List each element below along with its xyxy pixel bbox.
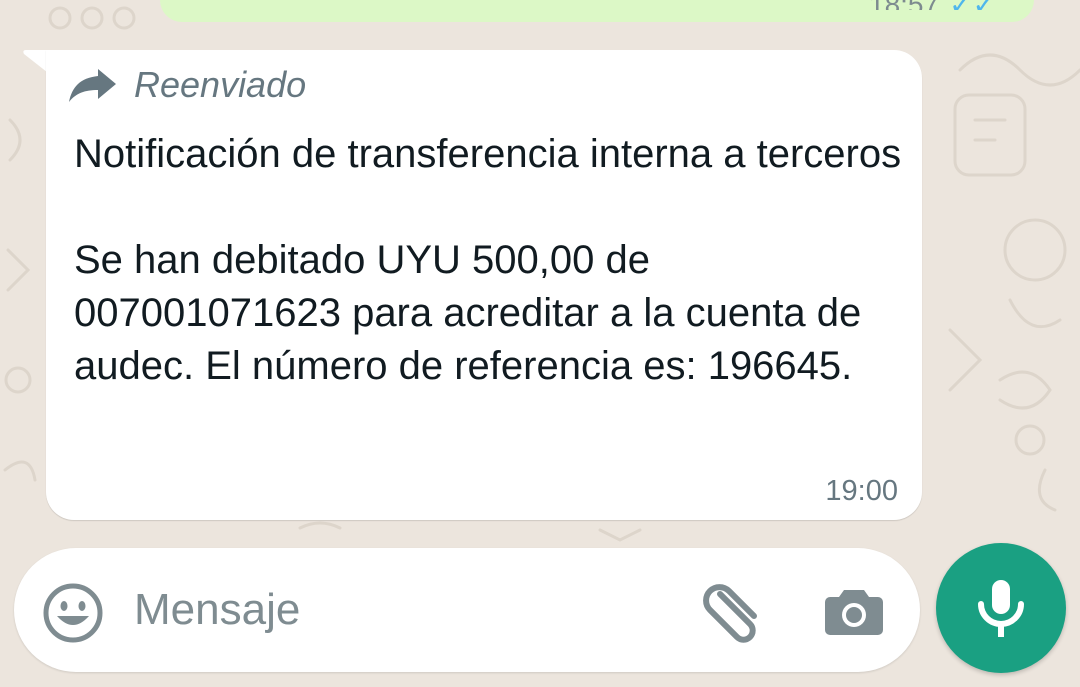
forward-arrow-icon [69,69,116,102]
message-composer [14,548,920,672]
emoji-icon[interactable] [42,582,104,644]
outgoing-message-time: 18:57 [869,0,939,10]
paperclip-icon[interactable] [698,576,768,646]
forwarded-message-bubble[interactable]: Reenviado Notificación de transferencia … [46,50,922,520]
forwarded-label: Reenviado [134,64,307,105]
message-input[interactable] [134,576,674,644]
message-text: Notificación de transferencia interna a … [74,128,904,393]
outgoing-message-bubble[interactable]: 18:57 ✓✓ [160,0,1034,22]
camera-icon[interactable] [824,586,884,636]
message-paragraph-body: Se han debitado UYU 500,00 de 0070010716… [74,238,862,388]
double-check-icon: ✓✓ [949,0,996,10]
forwarded-indicator: Reenviado [68,64,306,106]
microphone-icon [978,580,1024,637]
microphone-button[interactable] [936,543,1066,673]
message-time: 19:00 [825,475,898,507]
message-paragraph-title: Notificación de transferencia interna a … [74,132,902,176]
outgoing-message-meta: 18:57 ✓✓ [869,0,996,10]
